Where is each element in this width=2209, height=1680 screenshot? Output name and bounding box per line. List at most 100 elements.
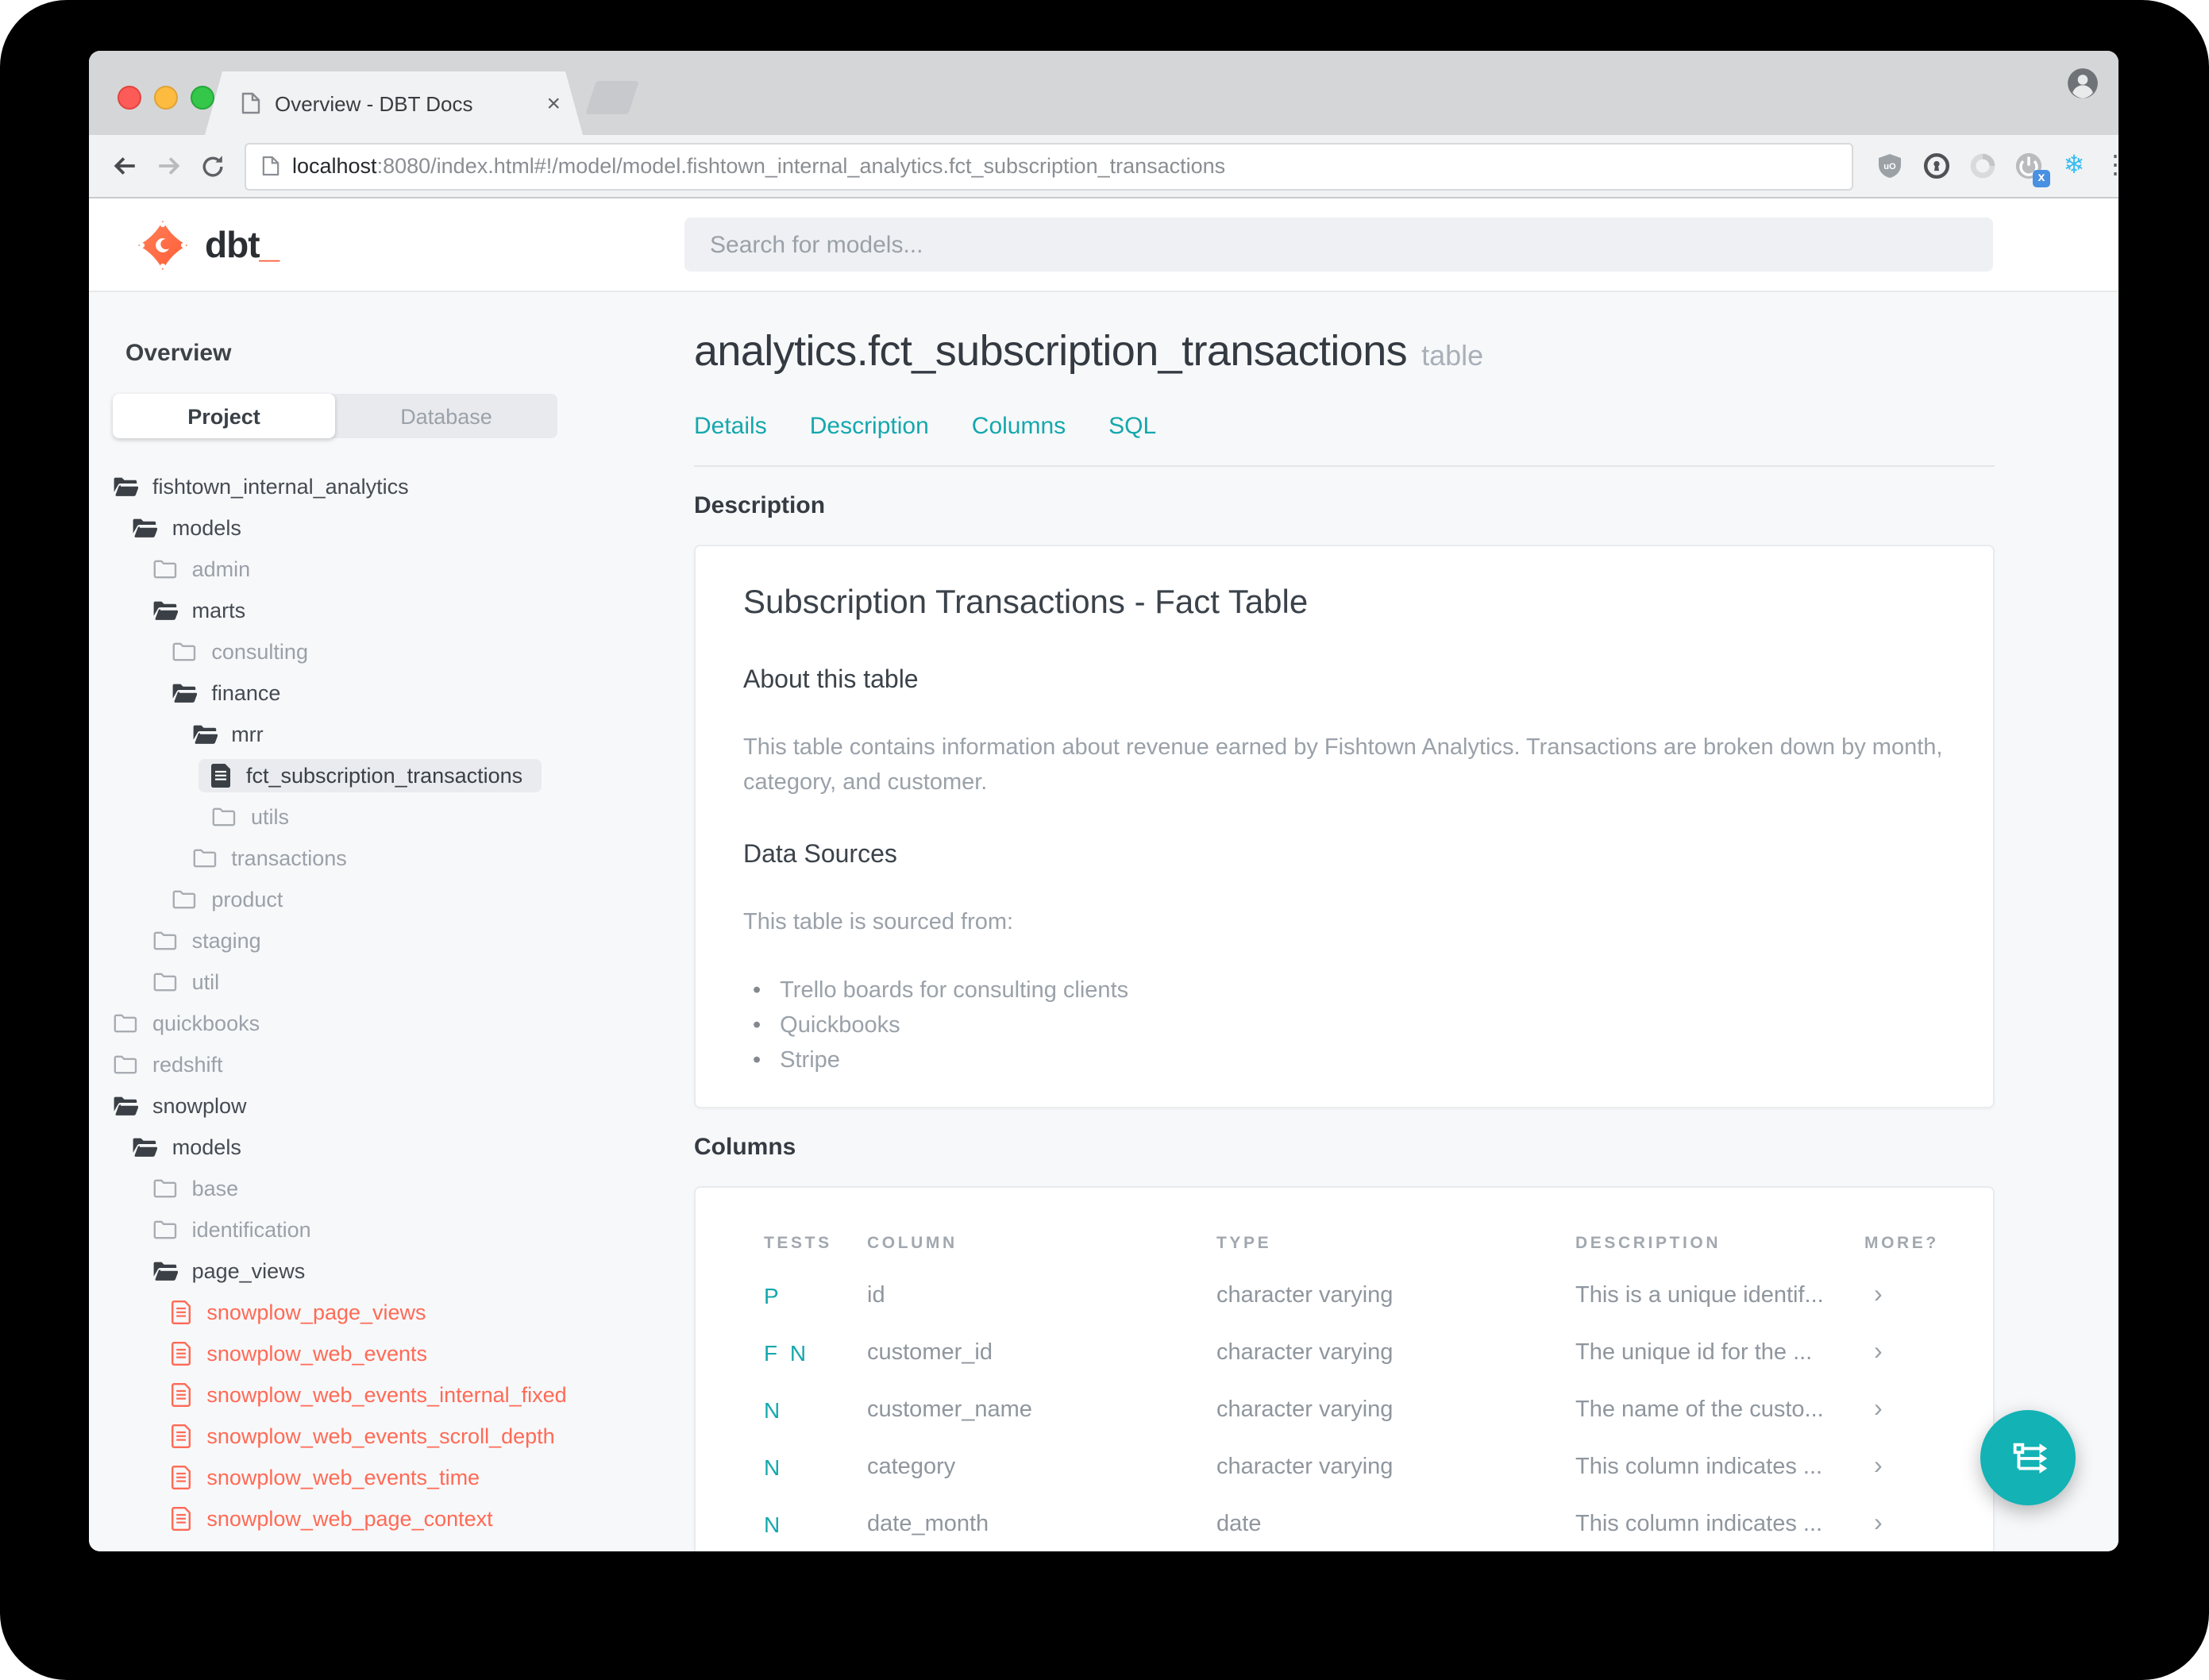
page-document-icon xyxy=(262,156,279,176)
sidebar-tab-database[interactable]: Database xyxy=(335,394,557,438)
tree-item-models[interactable]: models xyxy=(113,1126,653,1167)
svg-text:uO: uO xyxy=(1883,162,1896,171)
tab-favicon-document-icon xyxy=(241,92,260,114)
tab-close-icon[interactable]: × xyxy=(546,91,561,115)
row-expand-chevron-icon[interactable]: › xyxy=(1864,1510,1945,1539)
tree-item-product[interactable]: product xyxy=(113,878,653,919)
onepassword-icon[interactable] xyxy=(1920,150,1952,182)
snowflake-icon[interactable]: ❄ xyxy=(2058,150,2090,182)
file-solid-icon xyxy=(211,763,232,787)
tree-item-fct_subscription_transactions[interactable]: fct_subscription_transactions xyxy=(113,754,653,796)
window-controls xyxy=(118,86,214,110)
tree-item-util[interactable]: util xyxy=(113,961,653,1002)
column-header: TYPE xyxy=(1216,1234,1272,1253)
url-bar[interactable]: localhost:8080/index.html#!/model/model.… xyxy=(245,142,1853,190)
page-content: Overview Project Database fishtown_intern… xyxy=(89,292,2118,1551)
browser-menu-icon[interactable]: ⋮ xyxy=(2103,152,2118,179)
description-card-title: Subscription Transactions - Fact Table xyxy=(743,584,1309,621)
materialization-badge: table xyxy=(1421,340,1484,372)
tree-item-admin[interactable]: admin xyxy=(113,548,653,589)
dbt-logo-text: dbt_ xyxy=(205,223,279,264)
window-close-button[interactable] xyxy=(118,86,141,110)
model-nav-link-description[interactable]: Description xyxy=(810,414,929,440)
description-card: Subscription Transactions - Fact Table A… xyxy=(694,545,1995,1108)
data-source-item: Stripe xyxy=(743,1043,1945,1078)
file-outline-icon xyxy=(172,1506,192,1530)
table-row-customer_name[interactable]: N customer_name character varying The na… xyxy=(696,1381,1945,1439)
model-nav-link-sql[interactable]: SQL xyxy=(1108,414,1156,440)
ublock-origin-icon[interactable]: uO xyxy=(1874,150,1906,182)
cell-column: customer_id xyxy=(867,1340,993,1366)
lineage-graph-button[interactable] xyxy=(1980,1410,2076,1505)
tree-item-utils[interactable]: utils xyxy=(113,796,653,837)
tree-item-snowplow[interactable]: snowplow xyxy=(113,1085,653,1126)
folder-open-icon xyxy=(133,517,158,538)
page-title: analytics.fct_subscription_transactions t… xyxy=(694,327,1484,375)
tree-item-redshift[interactable]: redshift xyxy=(113,1043,653,1085)
tree-item-quickbooks[interactable]: quickbooks xyxy=(113,1002,653,1043)
table-row-date_month[interactable]: N date_month date This column indicates … xyxy=(696,1496,1945,1551)
search-input[interactable] xyxy=(684,218,1993,272)
row-expand-chevron-icon[interactable]: › xyxy=(1864,1281,1945,1310)
row-expand-chevron-icon[interactable]: › xyxy=(1864,1396,1945,1424)
tree-item-mrr[interactable]: mrr xyxy=(113,713,653,754)
tree-item-marts[interactable]: marts xyxy=(113,589,653,630)
forward-arrow-icon[interactable] xyxy=(146,144,191,188)
file-outline-icon xyxy=(172,1341,192,1365)
tree-item-identification[interactable]: identification xyxy=(113,1208,653,1250)
folder-icon xyxy=(211,806,237,827)
folder-icon xyxy=(113,1054,138,1074)
cell-description: The name of the custo... xyxy=(1575,1397,1824,1423)
loop-icon[interactable] xyxy=(1966,150,1998,182)
dbt-logo[interactable]: dbt_ xyxy=(137,198,279,291)
tree-item-transactions[interactable]: transactions xyxy=(113,837,653,878)
tree-item-snowplow_web_page_context[interactable]: snowplow_web_page_context xyxy=(113,1497,653,1539)
sidebar: Overview Project Database fishtown_intern… xyxy=(89,292,691,1551)
folder-icon xyxy=(152,930,178,950)
browser-window: Overview - DBT Docs × localhost:8080/ind… xyxy=(89,51,2118,1551)
row-expand-chevron-icon[interactable]: › xyxy=(1864,1339,1945,1367)
extension-icons: uO x ❄ xyxy=(1874,150,2090,187)
tree-item-base[interactable]: base xyxy=(113,1167,653,1208)
sidebar-tab-project[interactable]: Project xyxy=(113,394,335,438)
tree-item-staging[interactable]: staging xyxy=(113,919,653,961)
model-nav-link-columns[interactable]: Columns xyxy=(972,414,1066,440)
folder-open-icon xyxy=(191,723,218,744)
window-zoom-button[interactable] xyxy=(191,86,214,110)
window-minimize-button[interactable] xyxy=(154,86,178,110)
tree-item-snowplow_web_events_scroll_depth[interactable]: snowplow_web_events_scroll_depth xyxy=(113,1415,653,1456)
browser-tab[interactable]: Overview - DBT Docs × xyxy=(205,71,583,135)
browser-toolbar: localhost:8080/index.html#!/model/model.… xyxy=(89,135,2118,198)
row-expand-chevron-icon[interactable]: › xyxy=(1864,1453,1945,1482)
cell-column: customer_name xyxy=(867,1397,1032,1423)
folder-open-icon xyxy=(113,1095,138,1116)
tree-item-snowplow_page_views[interactable]: snowplow_page_views xyxy=(113,1291,653,1332)
folder-open-icon xyxy=(133,1136,158,1157)
tree-item-consulting[interactable]: consulting xyxy=(113,630,653,672)
tree-item-finance[interactable]: finance xyxy=(113,672,653,713)
tree-item-page_views[interactable]: page_views xyxy=(113,1250,653,1291)
table-row-customer_id[interactable]: F N customer_id character varying The un… xyxy=(696,1324,1945,1381)
power-badge: x xyxy=(2033,169,2050,187)
tab-title: Overview - DBT Docs xyxy=(275,91,473,115)
url-host: localhost xyxy=(292,154,377,178)
cell-type: character varying xyxy=(1216,1455,1394,1480)
dbt-docs-header: dbt_ xyxy=(89,198,2118,292)
power-icon[interactable]: x xyxy=(2012,150,2050,187)
cell-description: The unique id for the ... xyxy=(1575,1340,1813,1366)
tree-item-snowplow_web_events[interactable]: snowplow_web_events xyxy=(113,1332,653,1374)
reload-icon[interactable] xyxy=(191,144,235,188)
tree-item-snowplow_web_events_time[interactable]: snowplow_web_events_time xyxy=(113,1456,653,1497)
tree-item-models[interactable]: models xyxy=(113,507,653,548)
back-arrow-icon[interactable] xyxy=(102,144,146,188)
profile-avatar-icon[interactable] xyxy=(2066,67,2099,108)
table-row-category[interactable]: N category character varying This column… xyxy=(696,1439,1945,1496)
tree-item-snowplow_web_events_internal_fixed[interactable]: snowplow_web_events_internal_fixed xyxy=(113,1374,653,1415)
cell-tests: P xyxy=(764,1283,782,1308)
new-tab-button[interactable] xyxy=(585,81,639,114)
table-row-id[interactable]: P id character varying This is a unique … xyxy=(696,1267,1945,1324)
file-outline-icon xyxy=(172,1300,192,1324)
model-nav-link-details[interactable]: Details xyxy=(694,414,767,440)
desktop-background: Overview - DBT Docs × localhost:8080/ind… xyxy=(0,0,2209,1680)
tree-item-fishtown_internal_analytics[interactable]: fishtown_internal_analytics xyxy=(113,465,653,507)
